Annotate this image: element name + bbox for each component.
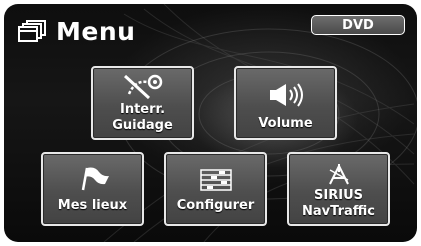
configure-label: Configurer xyxy=(176,198,255,213)
cancel-guidance-button[interactable]: Interr. Guidage xyxy=(91,66,194,140)
sirius-navtraffic-label: SIRIUS NavTraffic xyxy=(302,188,375,219)
flag-icon xyxy=(75,164,111,192)
satellite-antenna-icon xyxy=(324,164,354,186)
volume-label: Volume xyxy=(258,116,313,131)
cancel-route-icon xyxy=(121,72,165,102)
dvd-button-label: DVD xyxy=(342,17,374,33)
configure-button[interactable]: Configurer xyxy=(164,152,267,226)
menu-screen: Menu DVD Interr. Guidage Volume Mes lieu… xyxy=(4,4,417,242)
my-places-button[interactable]: Mes lieux xyxy=(41,152,144,226)
dvd-button[interactable]: DVD xyxy=(311,15,405,35)
my-places-label: Mes lieux xyxy=(57,198,128,213)
header: Menu xyxy=(18,16,135,46)
cancel-guidance-label: Interr. Guidage xyxy=(112,102,173,133)
page-title: Menu xyxy=(56,16,136,46)
speaker-icon xyxy=(266,82,306,108)
volume-button[interactable]: Volume xyxy=(234,66,337,140)
windows-icon xyxy=(18,19,48,43)
sirius-navtraffic-button[interactable]: SIRIUS NavTraffic xyxy=(287,152,390,226)
settings-list-icon xyxy=(199,168,233,192)
